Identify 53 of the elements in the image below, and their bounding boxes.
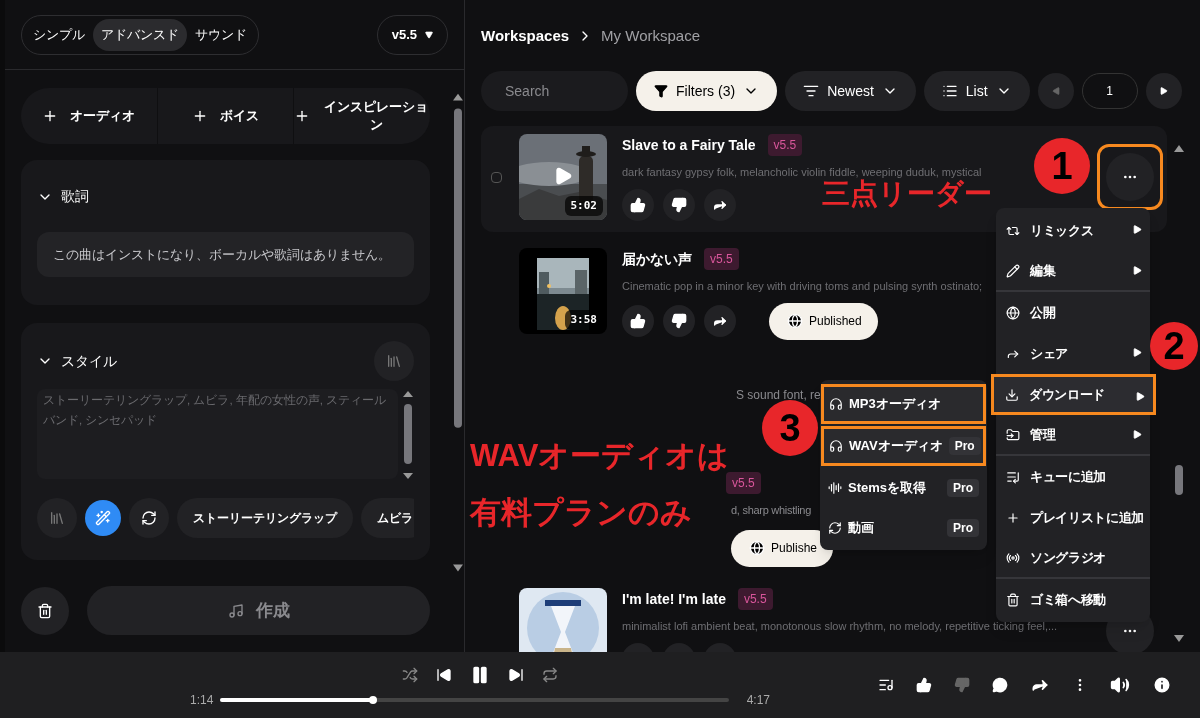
sort-button[interactable]: Newest <box>785 71 916 111</box>
style-tag[interactable]: ストーリーテリングラップ <box>177 498 353 538</box>
song-title[interactable]: 届かない声 <box>622 248 692 270</box>
song-description: Cinematic pop in a minor key with driving toms and pulsing synth ostinato; <box>622 279 983 294</box>
elapsed-time: 1:14 <box>190 692 212 709</box>
search-field[interactable]: Search <box>481 71 628 111</box>
menu-item[interactable]: ダウンロード <box>991 374 1156 415</box>
published-button[interactable]: Publishe <box>731 529 834 567</box>
callout-text: WAVオーディオは <box>470 440 730 471</box>
menu-item[interactable]: シェア <box>996 333 1150 374</box>
menu-item[interactable]: 管理 <box>996 415 1150 456</box>
step-number-badge: 2 <box>1150 322 1198 370</box>
lyrics-field[interactable]: この曲はインストになり、ボーカルや歌詞はありません。 <box>37 232 415 277</box>
version-tag: v5.5 <box>726 472 761 494</box>
version-tag: v5.5 <box>737 588 773 610</box>
mode-tab[interactable]: シンプル <box>25 18 93 51</box>
breadcrumb-current: My Workspace <box>601 25 701 46</box>
mode-tab[interactable]: サウンド <box>187 18 255 51</box>
menu-item[interactable]: 公開 <box>996 292 1150 333</box>
song-description: S sound font, re <box>736 388 821 402</box>
style-tag[interactable]: ムビラ <box>361 498 415 538</box>
song-description: d, sharp whistling <box>731 503 812 518</box>
song-title[interactable]: Slave to a Fairy Tale <box>622 134 756 156</box>
style-header[interactable]: スタイル <box>37 350 117 372</box>
song-description: minimalist lofi ambient beat, monotonous slow rhythm, no melody, repetitive ticking feel,... <box>622 619 1058 634</box>
style-field[interactable]: ストーリーテリングラップ, ムビラ, 年配の女性の声, スティールバンド, シンセパッド <box>37 389 399 479</box>
duration-label: 5:02 <box>564 195 603 216</box>
filters-button[interactable]: Filters (3) <box>636 71 778 111</box>
menu-item[interactable]: 編集 <box>996 251 1150 292</box>
add-button[interactable]: ボイス <box>156 88 294 144</box>
callout-text: 三点リーダー <box>822 180 992 208</box>
breadcrumb-link[interactable]: Workspaces <box>481 24 570 48</box>
create-button[interactable]: 作成 <box>87 586 431 635</box>
menu-item[interactable]: プレイリストに追加 <box>996 497 1150 538</box>
duration-time: 4:17 <box>746 692 770 709</box>
song-title[interactable]: I'm late! I'm late <box>622 588 726 610</box>
version-tag: v5.5 <box>704 248 739 270</box>
published-button[interactable]: Published <box>769 302 878 340</box>
callout-text: 有料プランのみ <box>470 497 692 528</box>
submenu-item[interactable]: WAVオーディオ Pro <box>821 426 986 466</box>
add-button[interactable]: オーディオ <box>21 88 157 144</box>
menu-item[interactable]: ソングラジオ <box>996 538 1150 579</box>
mode-tab[interactable]: アドバンスド <box>93 18 187 51</box>
add-button[interactable]: インスピレーション <box>293 88 430 144</box>
song-description: dark fantasy gypsy folk, melancholic violin fiddle, weeping duduk, mystical <box>622 165 982 179</box>
view-button[interactable]: List <box>923 71 1030 111</box>
menu-item[interactable]: ゴミ箱へ移動 <box>996 579 1150 620</box>
step-number-badge: 3 <box>762 400 818 456</box>
version-tag: v5.5 <box>767 134 803 156</box>
submenu-item[interactable]: MP3オーディオ <box>821 384 986 424</box>
lyrics-header[interactable]: 歌詞 <box>37 186 89 207</box>
menu-item[interactable]: キューに追加 <box>996 456 1150 497</box>
submenu-item[interactable]: Stemsを取得 Pro <box>820 468 987 508</box>
